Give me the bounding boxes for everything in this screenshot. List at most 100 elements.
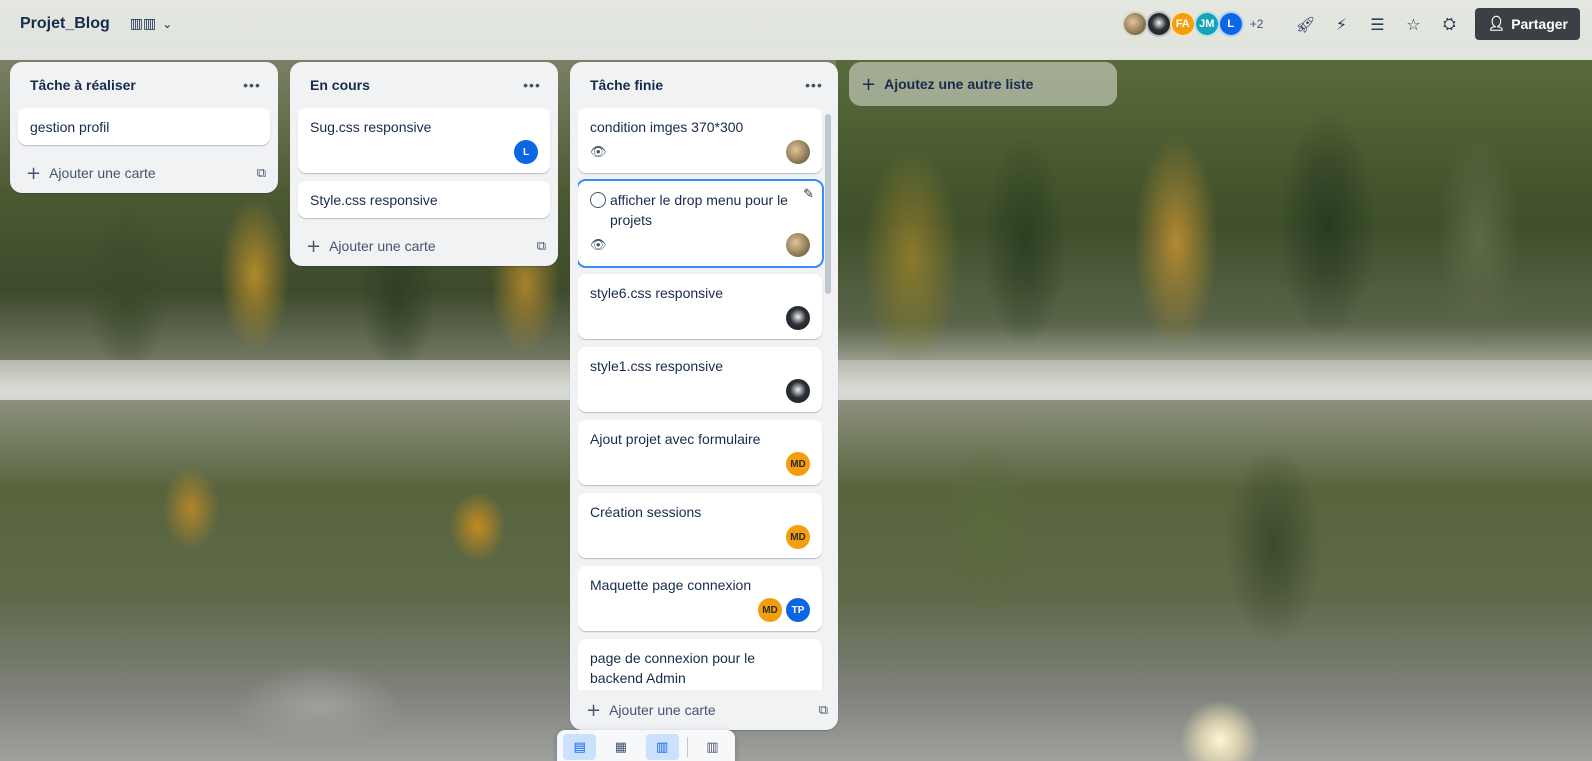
more-icon[interactable]: •••	[238, 71, 266, 99]
complete-checkbox-icon[interactable]	[590, 192, 606, 208]
card[interactable]: page de connexion pour le backend Admin …	[578, 639, 822, 690]
card[interactable]: Style.css responsive	[298, 181, 550, 218]
card[interactable]: Ajout projet avec formulaire MD	[578, 420, 822, 485]
avatar-helmet[interactable]	[786, 379, 810, 403]
plus-icon: +	[306, 235, 322, 257]
edit-icon[interactable]: ✎	[803, 187, 814, 202]
card[interactable]: Création sessions MD	[578, 493, 822, 558]
card-badges	[590, 378, 810, 404]
avatar-helmet[interactable]	[1145, 11, 1172, 37]
card-members	[786, 233, 810, 257]
list-header: Tâche à réaliser •••	[18, 62, 270, 108]
template-icon[interactable]: ⧉	[819, 703, 828, 718]
board-members[interactable]: FA JM L	[1121, 11, 1244, 37]
cards-scroll-area[interactable]: condition imges 370*300 👁︎ ✎ afficher le…	[578, 108, 832, 690]
list-title[interactable]: En cours	[310, 77, 370, 93]
avatar-helmet[interactable]	[786, 306, 810, 330]
add-list-button[interactable]: + Ajoutez une autre liste	[849, 62, 1117, 106]
card[interactable]: Maquette page connexion MD TP	[578, 566, 822, 631]
share-button[interactable]: 👤︎ Partager	[1475, 8, 1580, 40]
list-header: Tâche finie •••	[578, 62, 832, 108]
card-members: MD TP	[758, 598, 810, 622]
card-badges: MD TP	[590, 597, 810, 623]
card[interactable]: style6.css responsive	[578, 274, 822, 339]
card-title: style6.css responsive	[590, 285, 724, 301]
list-title[interactable]: Tâche à réaliser	[30, 77, 136, 93]
card-members	[786, 140, 810, 164]
template-icon[interactable]: ⧉	[257, 166, 266, 181]
chevron-down-icon: ⌄	[162, 17, 173, 31]
template-icon[interactable]: ⧉	[537, 239, 546, 254]
list-todo: Tâche à réaliser ••• gestion profil + Aj…	[10, 62, 278, 193]
share-label: Partager	[1511, 16, 1568, 32]
card-members: MD	[786, 452, 810, 476]
avatar-fa[interactable]: FA	[1169, 11, 1196, 37]
plus-icon: +	[26, 162, 42, 184]
list-scrollbar[interactable]	[824, 108, 832, 690]
more-members-count[interactable]: +2	[1250, 17, 1264, 31]
card-title: Sug.css responsive	[310, 119, 432, 135]
add-card-button[interactable]: + Ajouter une carte ⧉	[578, 690, 832, 730]
card-selected[interactable]: ✎ afficher le drop menu pour le projets …	[578, 179, 824, 268]
card-members: L	[514, 140, 538, 164]
avatar-photo[interactable]	[786, 233, 810, 257]
divider	[686, 737, 688, 757]
card-title: condition imges 370*300	[590, 119, 744, 135]
switch-board-icon[interactable]: ▥	[696, 734, 729, 760]
add-card-button[interactable]: + Ajouter une carte ⧉	[18, 153, 270, 193]
card-title: Style.css responsive	[310, 192, 438, 208]
card[interactable]: style1.css responsive	[578, 347, 822, 412]
avatar-md[interactable]: MD	[758, 598, 782, 622]
eye-icon: 👁︎	[590, 237, 607, 253]
people-icon[interactable]: ⛭	[1433, 8, 1465, 40]
card[interactable]: gestion profil	[18, 108, 270, 145]
card-members	[786, 379, 810, 403]
board-view-icon: ▥▥	[129, 16, 157, 32]
filter-icon[interactable]: ☰	[1361, 8, 1393, 40]
board-title[interactable]: Projet_Blog	[20, 15, 110, 33]
inbox-icon[interactable]: ▤	[563, 734, 597, 760]
calendar-icon[interactable]: ▦	[604, 734, 637, 760]
avatar-l[interactable]: L	[1217, 11, 1244, 37]
card-badges: MD	[590, 524, 810, 550]
more-icon[interactable]: •••	[800, 71, 828, 99]
more-icon[interactable]: •••	[518, 71, 546, 99]
board-header: Projet_Blog ▥▥ ⌄ FA JM L +2 🚀︎ ⚡︎ ☰ ☆ ⛭ …	[0, 0, 1592, 48]
lightning-icon[interactable]: ⚡︎	[1325, 8, 1357, 40]
card-badges	[590, 305, 810, 331]
avatar-photo[interactable]	[786, 140, 810, 164]
avatar-md[interactable]: MD	[786, 452, 810, 476]
avatar-photo[interactable]	[1121, 11, 1148, 37]
add-card-label: Ajouter une carte	[49, 165, 156, 181]
card[interactable]: Sug.css responsive L	[298, 108, 550, 173]
scrollbar-thumb[interactable]	[825, 114, 831, 294]
card-title: Maquette page connexion	[590, 577, 752, 593]
list-title[interactable]: Tâche finie	[590, 77, 663, 93]
avatar-tp[interactable]: TP	[786, 598, 810, 622]
board-view-switcher[interactable]: ▥▥ ⌄	[130, 16, 173, 32]
avatar-jm[interactable]: JM	[1193, 11, 1220, 37]
card[interactable]: condition imges 370*300 👁︎	[578, 108, 822, 173]
avatar-md[interactable]: MD	[786, 525, 810, 549]
card-title: style1.css responsive	[590, 358, 724, 374]
list-in-progress: En cours ••• Sug.css responsive L Style.…	[290, 62, 558, 266]
card-badges: 👁︎	[590, 139, 810, 165]
add-card-button[interactable]: + Ajouter une carte ⧉	[298, 226, 550, 266]
list-header: En cours •••	[298, 62, 550, 108]
plus-icon: +	[861, 73, 877, 95]
card-title: page de connexion pour le backend Admin	[590, 650, 756, 686]
star-icon[interactable]: ☆	[1397, 8, 1429, 40]
card-badges: MD	[590, 451, 810, 477]
add-list-label: Ajoutez une autre liste	[884, 76, 1034, 92]
rocket-icon[interactable]: 🚀︎	[1289, 8, 1321, 40]
avatar-l[interactable]: L	[514, 140, 538, 164]
add-card-label: Ajouter une carte	[329, 238, 436, 254]
card-title: afficher le drop menu pour le projets	[610, 192, 788, 228]
plus-icon: +	[586, 699, 602, 721]
card-badges: L	[310, 139, 538, 165]
card-title: Création sessions	[590, 504, 702, 520]
list-done: Tâche finie ••• condition imges 370*300 …	[570, 62, 838, 730]
header-actions: FA JM L +2 🚀︎ ⚡︎ ☰ ☆ ⛭ 👤︎ Partager	[1121, 8, 1580, 40]
board-icon[interactable]: ▥	[645, 734, 679, 760]
card-badges: 👁︎	[590, 232, 810, 258]
